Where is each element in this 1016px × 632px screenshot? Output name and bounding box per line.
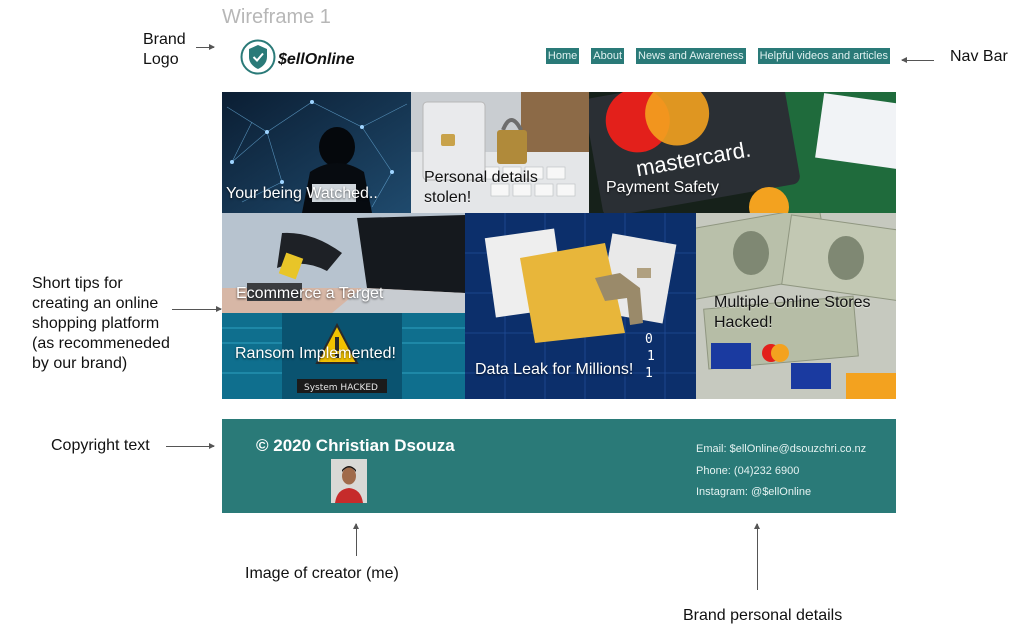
nav-news-awareness[interactable]: News and Awareness (636, 48, 746, 64)
tile-stores-hacked[interactable]: Multiple Online Stores Hacked! (696, 213, 896, 399)
brand-logo[interactable]: $ellOnline (240, 39, 354, 75)
contact-instagram[interactable]: Instagram: @$ellOnline (696, 482, 866, 504)
nav-about[interactable]: About (591, 48, 624, 64)
annotation-brand-details: Brand personal details (683, 607, 843, 624)
nav-helpful-videos[interactable]: Helpful videos and articles (757, 48, 890, 64)
tile-being-watched[interactable]: Your being Watched.. (222, 92, 411, 213)
annotation-arrow-details (754, 523, 760, 590)
header: $ellOnline Home About News and Awareness… (222, 33, 896, 91)
annotation-arrow-creator (353, 523, 359, 556)
svg-text:1: 1 (645, 366, 653, 381)
tile-caption: Data Leak for Millions! (475, 361, 634, 378)
nav-bar: Home About News and Awareness Helpful vi… (545, 48, 890, 64)
tile-caption: Payment Safety (606, 179, 719, 196)
contact-details: Email: $ellOnline@dsouzchri.co.nz Phone:… (696, 439, 866, 504)
annotation-copyright: Copyright text (51, 437, 150, 454)
tips-grid: Your being Watched.. Personal details st… (222, 92, 896, 399)
screen-text: System HACKED (304, 383, 378, 393)
shield-check-icon (240, 39, 276, 75)
tile-ransom[interactable]: System HACKED Ransom Implemented! (222, 313, 465, 399)
annotation-creator-image: Image of creator (me) (245, 565, 399, 582)
svg-text:1: 1 (647, 349, 655, 364)
annotation-arrow-tips (172, 306, 222, 312)
tile-data-leak[interactable]: 0 1 1 Data Leak for Millions! (465, 213, 696, 399)
svg-text:0: 0 (645, 332, 653, 347)
annotation-arrow-logo (196, 44, 215, 50)
nav-home[interactable]: Home (545, 48, 580, 64)
website-frame: $ellOnline Home About News and Awareness… (222, 33, 896, 513)
tile-caption: Multiple Online Stores Hacked! (714, 294, 871, 331)
annotation-brand-logo: Brand Logo (143, 31, 186, 68)
brand-name: $ellOnline (278, 51, 355, 68)
annotation-arrow-copyright (166, 443, 215, 449)
copyright-text: © 2020 Christian Dsouza (256, 436, 455, 455)
tile-payment-safety[interactable]: mastercard. Payment Safety (589, 92, 896, 213)
tile-caption: Ransom Implemented! (235, 345, 396, 362)
footer: © 2020 Christian Dsouza Email: $ellOnlin… (222, 419, 896, 513)
tile-caption: Personal details stolen! (424, 169, 538, 206)
contact-phone[interactable]: Phone: (04)232 6900 (696, 461, 866, 483)
tile-ecommerce-target[interactable]: Ecommerce a Target (222, 213, 465, 313)
annotation-short-tips: Short tips for creating an online shoppi… (32, 275, 170, 372)
tile-caption: Ecommerce a Target (236, 285, 384, 302)
tile-caption: Your being Watched.. (226, 185, 378, 202)
creator-photo (331, 459, 367, 503)
annotation-arrow-nav (901, 57, 934, 63)
wireframe-title: Wireframe 1 (222, 6, 331, 28)
annotation-nav-bar: Nav Bar (950, 48, 1008, 65)
contact-email[interactable]: Email: $ellOnline@dsouzchri.co.nz (696, 439, 866, 461)
tile-details-stolen[interactable]: Personal details stolen! (411, 92, 589, 213)
creator-avatar (331, 459, 367, 503)
